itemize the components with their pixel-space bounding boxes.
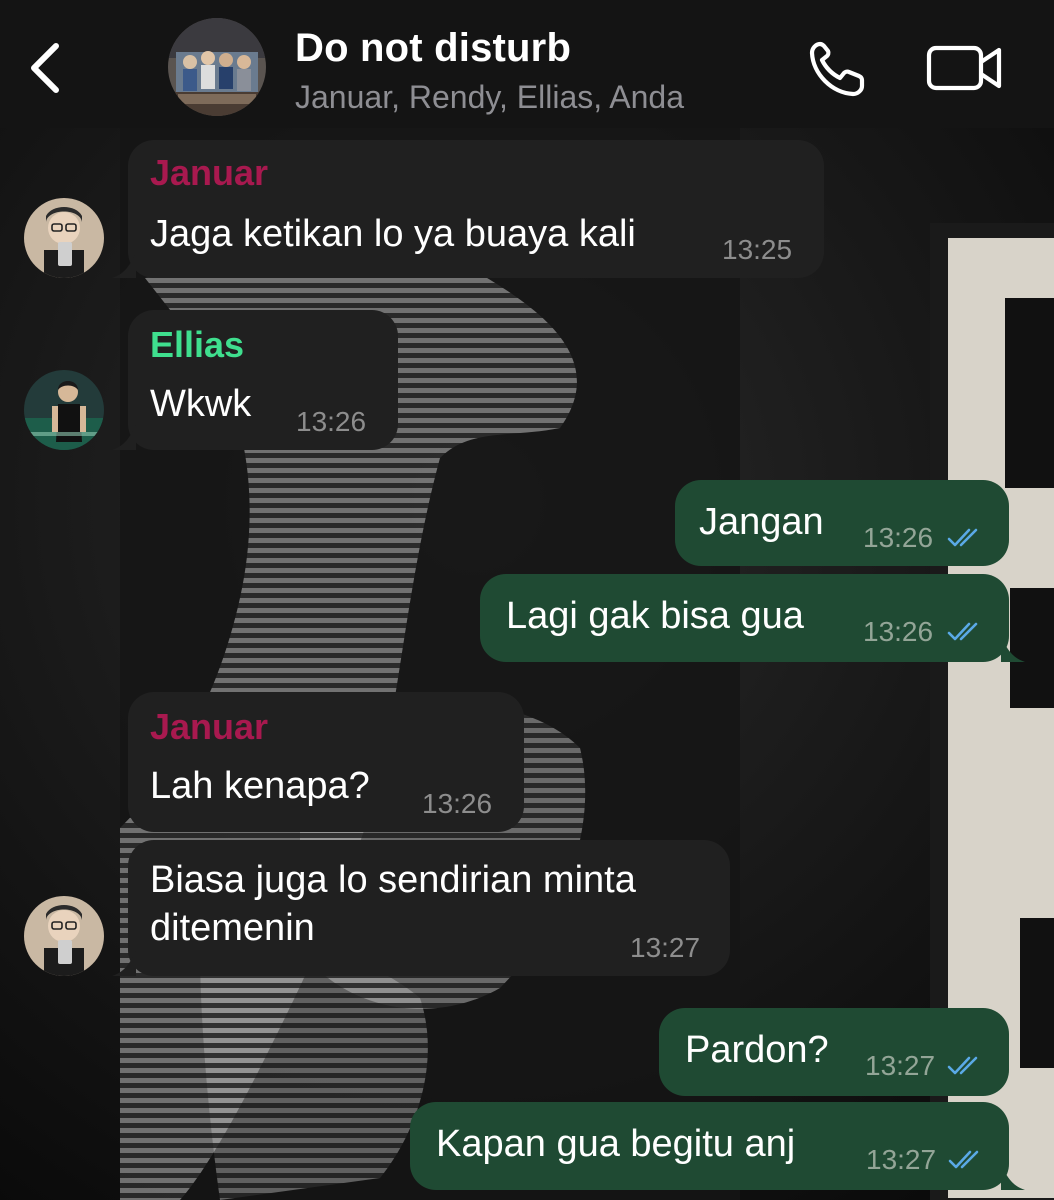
- chat-area[interactable]: Januar Jaga ketikan lo ya buaya kali 13:…: [0, 128, 1054, 1200]
- read-receipt-icon: [947, 1056, 978, 1075]
- message-bubble-outgoing[interactable]: Kapan gua begitu anj 13:27: [410, 1102, 1025, 1190]
- video-camera-icon: [926, 45, 1002, 91]
- message-text: Wkwk: [150, 383, 252, 425]
- group-avatar[interactable]: [168, 18, 266, 116]
- message-text: Lagi gak bisa gua: [506, 595, 804, 637]
- bubble-tail: [1001, 1164, 1025, 1190]
- message-bubble-incoming[interactable]: Januar Jaga ketikan lo ya buaya kali 13:…: [112, 140, 824, 278]
- message-bubble-incoming[interactable]: Biasa juga lo sendirian minta ditemenin …: [112, 840, 730, 976]
- read-receipt-icon: [947, 622, 978, 641]
- message-bubble-outgoing[interactable]: Jangan 13:26: [675, 480, 1009, 566]
- group-photo: [168, 18, 266, 116]
- read-receipt-icon: [948, 1150, 979, 1169]
- message-time: 13:27: [866, 1144, 937, 1175]
- message-bubble-outgoing[interactable]: Lagi gak bisa gua 13:26: [480, 574, 1025, 662]
- video-call-button[interactable]: [924, 40, 1004, 96]
- chat-header: Do not disturb Januar, Rendy, Ellias, An…: [0, 0, 1054, 128]
- message-time: 13:27: [630, 932, 701, 963]
- januar-avatar[interactable]: [24, 198, 104, 278]
- januar-avatar[interactable]: [24, 896, 104, 976]
- message-text: ditemenin: [150, 907, 315, 949]
- chat-title[interactable]: Do not disturb: [295, 26, 571, 71]
- profile-photo: [24, 198, 104, 278]
- message-time: 13:26: [422, 788, 493, 819]
- message-text: Pardon?: [685, 1029, 829, 1071]
- sender-name[interactable]: Ellias: [150, 324, 244, 366]
- message-time: 13:25: [722, 234, 793, 265]
- chat-members[interactable]: Januar, Rendy, Ellias, Anda: [295, 79, 684, 116]
- message-time: 13:26: [863, 616, 934, 647]
- message-text: Jaga ketikan lo ya buaya kali: [150, 213, 636, 255]
- profile-photo: [24, 896, 104, 976]
- bubble-tail: [1001, 636, 1025, 662]
- read-receipt-icon: [947, 528, 978, 547]
- message-text: Kapan gua begitu anj: [436, 1123, 796, 1165]
- message-text: Biasa juga lo sendirian minta: [150, 859, 636, 901]
- sender-name[interactable]: Januar: [150, 706, 268, 748]
- message-time: 13:26: [863, 522, 934, 553]
- back-button[interactable]: [22, 38, 66, 98]
- message-time: 13:26: [296, 406, 367, 437]
- message-bubble-incoming[interactable]: Januar Lah kenapa? 13:26: [128, 692, 524, 832]
- chevron-left-icon: [31, 43, 59, 93]
- bubble-tail: [112, 424, 136, 450]
- profile-photo: [24, 370, 104, 450]
- message-text: Lah kenapa?: [150, 765, 370, 807]
- voice-call-button[interactable]: [806, 38, 872, 100]
- message-text: Jangan: [699, 501, 824, 543]
- bubble-tail: [112, 950, 136, 976]
- sender-name[interactable]: Januar: [150, 152, 268, 194]
- message-time: 13:27: [865, 1050, 936, 1081]
- message-bubble-outgoing[interactable]: Pardon? 13:27: [659, 1008, 1009, 1096]
- bubble-tail: [112, 252, 136, 278]
- phone-icon: [809, 41, 865, 97]
- message-bubble-incoming[interactable]: Ellias Wkwk 13:26: [112, 310, 398, 450]
- ellias-avatar[interactable]: [24, 370, 104, 450]
